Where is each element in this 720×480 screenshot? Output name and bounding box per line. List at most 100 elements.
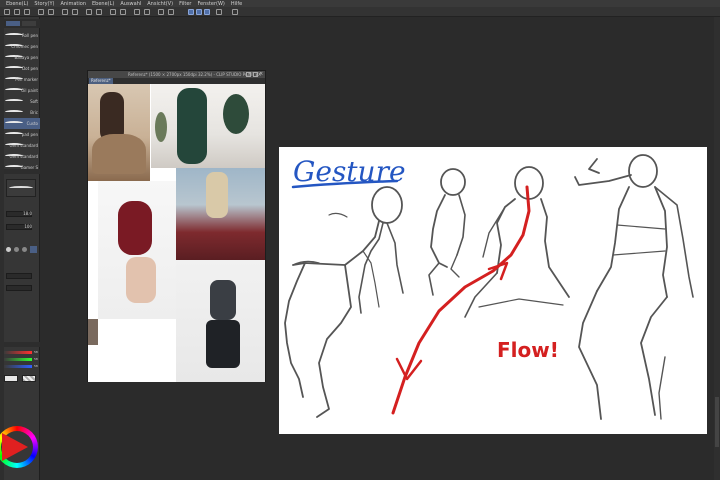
figure-1-leg xyxy=(284,262,306,398)
vertical-scrollbar[interactable] xyxy=(714,17,720,480)
reference-window[interactable]: Referenz* (1500 × 2700px 150dpi 32.2%) -… xyxy=(87,70,266,382)
brush-item[interactable]: Soft xyxy=(4,96,40,107)
photo-legs xyxy=(206,320,240,368)
transform-icon[interactable] xyxy=(72,9,78,15)
undo-icon[interactable] xyxy=(38,9,44,15)
color-slider-header xyxy=(4,342,40,347)
menu-item-window[interactable]: Fenster(W) xyxy=(197,1,224,7)
flow-annotation: Flow! xyxy=(497,338,559,362)
brush-item[interactable]: Bric xyxy=(4,107,40,118)
snap-ruler-icon[interactable] xyxy=(188,9,194,15)
color-wheel[interactable] xyxy=(0,422,40,480)
menu-item-help[interactable]: Hilfe xyxy=(231,1,242,7)
figure-4-hand xyxy=(588,158,600,174)
copy-icon[interactable] xyxy=(86,9,92,15)
menu-item-filter[interactable]: Filter xyxy=(179,1,191,7)
clear-icon[interactable] xyxy=(62,9,68,15)
menu-item-view[interactable]: Ansicht(V) xyxy=(147,1,173,7)
sub-tool-tab[interactable] xyxy=(6,21,20,26)
menu-bar: Ebene(L) Story(Y) Animation Ebene(L) Aus… xyxy=(0,0,720,7)
tool-property-header xyxy=(4,169,40,174)
minimize-icon[interactable] xyxy=(246,72,251,77)
snap-grid-icon[interactable] xyxy=(196,9,202,15)
antialias-row[interactable] xyxy=(4,284,40,292)
scrollbar-thumb[interactable] xyxy=(715,397,719,447)
brush-stroke-preview xyxy=(5,33,23,37)
deselect-icon[interactable] xyxy=(144,9,150,15)
reference-canvas[interactable] xyxy=(88,84,265,382)
brush-item[interactable]: Chromec pen xyxy=(4,41,40,52)
main-color-swatch[interactable] xyxy=(4,375,18,382)
brush-item[interactable]: Custo xyxy=(4,118,40,129)
saturation-triangle[interactable] xyxy=(2,433,28,461)
blue-slider[interactable] xyxy=(4,365,32,368)
brush-item[interactable]: Pen marker xyxy=(4,74,40,85)
rotate-icon[interactable] xyxy=(120,9,126,15)
save-icon[interactable] xyxy=(24,9,30,15)
reference-photo-red-dress xyxy=(98,181,176,319)
brush-stroke-preview xyxy=(5,132,23,136)
brush-item[interactable]: Gem standard xyxy=(4,151,40,162)
brush-item[interactable]: Roll pen xyxy=(4,30,40,41)
open-file-icon[interactable] xyxy=(14,9,20,15)
flip-icon[interactable] xyxy=(110,9,116,15)
red-slider[interactable] xyxy=(4,351,32,354)
photo-figure xyxy=(206,172,228,218)
fill-icon[interactable] xyxy=(168,9,174,15)
photo-rock xyxy=(92,134,146,174)
decoration-tab[interactable] xyxy=(22,21,36,26)
brush-item[interactable]: Oil paint xyxy=(4,85,40,96)
transparent-color-swatch[interactable] xyxy=(22,375,36,382)
gesture-drawing[interactable]: Gesture Flow! xyxy=(279,147,707,434)
figure-1-spine xyxy=(358,222,384,314)
new-file-icon[interactable] xyxy=(4,9,10,15)
redo-icon[interactable] xyxy=(48,9,54,15)
photo-palm xyxy=(223,94,249,134)
brush-name: Pen marker xyxy=(15,77,38,82)
panel-tab-header[interactable] xyxy=(4,19,40,28)
brush-stroke-preview xyxy=(5,99,23,103)
brush-item[interactable]: Dot pen xyxy=(4,63,40,74)
antialias-field[interactable] xyxy=(6,285,32,291)
invert-selection-icon[interactable] xyxy=(158,9,164,15)
green-slider[interactable] xyxy=(4,358,32,361)
brush-item[interactable]: pad pen xyxy=(4,129,40,140)
main-canvas[interactable]: Gesture Flow! xyxy=(279,147,707,434)
brush-shape-row xyxy=(4,246,40,254)
brush-item[interactable]: Gem standard xyxy=(4,140,40,151)
menu-item-layer-2[interactable]: Ebene(L) xyxy=(92,1,114,7)
menu-item-selection[interactable]: Auswahl xyxy=(120,1,141,7)
brush-size-row[interactable]: 18.0 xyxy=(4,210,40,218)
shape-dot-icon[interactable] xyxy=(6,247,11,252)
shape-dot-icon[interactable] xyxy=(14,247,19,252)
stabilization-field[interactable] xyxy=(6,273,32,279)
reference-titlebar[interactable]: Referenz* (1500 × 2700px 150dpi 32.2%) -… xyxy=(88,71,265,78)
menu-item-layer[interactable]: Ebene(L) xyxy=(6,1,28,7)
stabilization-row[interactable] xyxy=(4,272,40,280)
figure-2-arm xyxy=(456,194,466,256)
hide-palette-icon[interactable] xyxy=(232,9,238,15)
shape-dot-icon[interactable] xyxy=(22,247,27,252)
select-all-icon[interactable] xyxy=(134,9,140,15)
brush-preview-stroke xyxy=(9,186,33,190)
brush-item[interactable]: Ballaya pen xyxy=(4,52,40,63)
shape-selected-icon[interactable] xyxy=(30,246,37,253)
figure-4-left-leg xyxy=(578,290,602,420)
brush-name: Bric xyxy=(30,110,38,115)
reference-photo-green-outfit xyxy=(151,84,265,168)
figure-1-torso xyxy=(292,220,380,266)
maximize-icon[interactable] xyxy=(253,72,258,77)
close-icon[interactable]: × xyxy=(259,72,264,77)
settings-icon[interactable] xyxy=(216,9,222,15)
opacity-value: 100 xyxy=(24,224,32,229)
figure-2-head xyxy=(440,168,466,196)
figure-1-shoulder-mark xyxy=(328,212,348,218)
snap-perspective-icon[interactable] xyxy=(204,9,210,15)
menu-item-story[interactable]: Story(Y) xyxy=(34,1,54,7)
paste-icon[interactable] xyxy=(96,9,102,15)
menu-item-animation[interactable]: Animation xyxy=(61,1,87,7)
brush-name: Roll pen xyxy=(21,33,38,38)
brush-name: Ballaya pen xyxy=(14,55,39,60)
brush-stroke-preview xyxy=(5,110,23,114)
opacity-row[interactable]: 100 xyxy=(4,223,40,231)
